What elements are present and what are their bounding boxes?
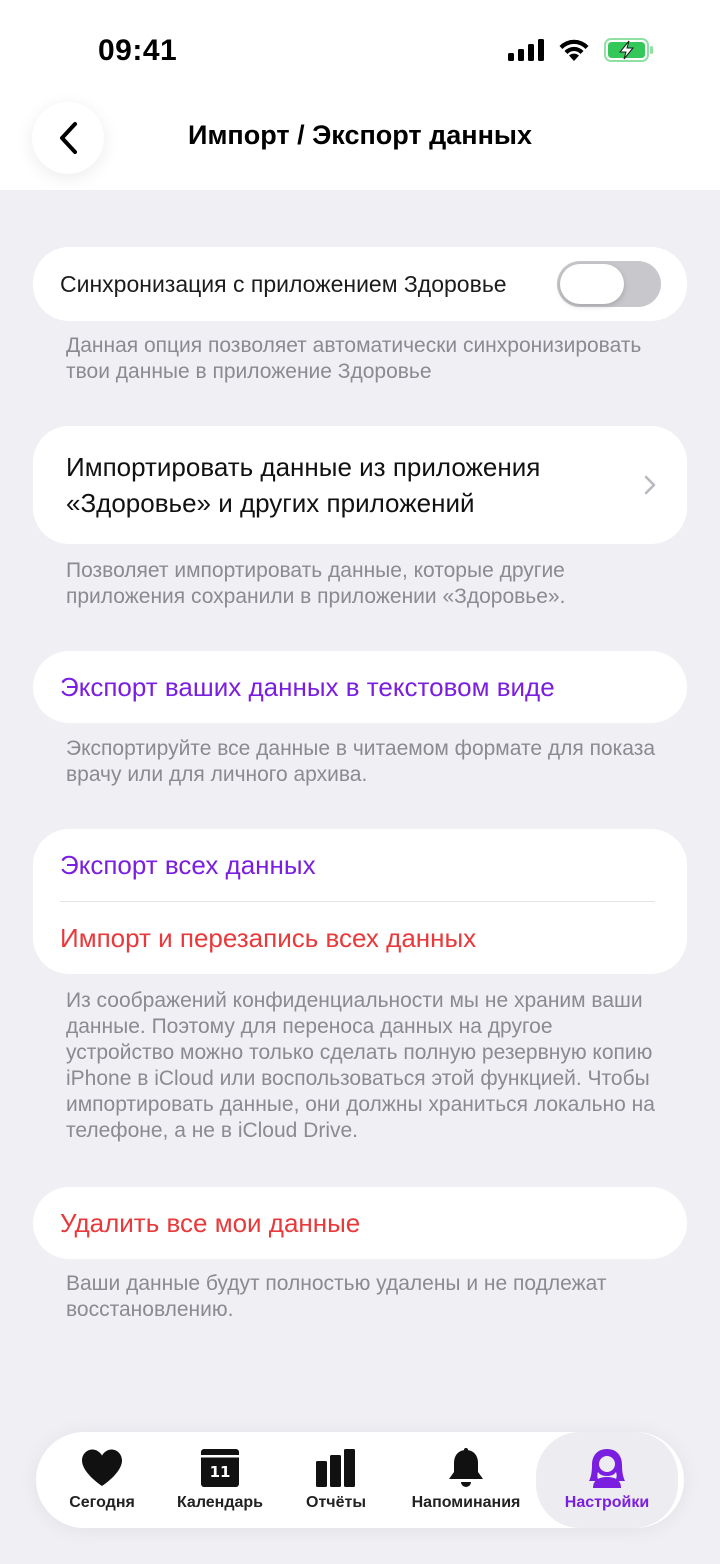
- import-health-row[interactable]: Импортировать данные из приложения «Здор…: [33, 426, 687, 544]
- tab-reports[interactable]: Отчёты: [286, 1432, 386, 1528]
- import-health-note: Позволяет импортировать данные, которые …: [66, 559, 566, 608]
- chevron-right-icon: [644, 475, 656, 495]
- sync-toggle[interactable]: [557, 261, 661, 307]
- page-title: Импорт / Экспорт данных: [188, 120, 532, 150]
- sync-label: Синхронизация с приложением Здоровье: [60, 270, 507, 297]
- tab-today-label: Сегодня: [69, 1494, 135, 1511]
- tab-bar: Сегодня 11 Календарь Отчёты Напоминания …: [36, 1432, 684, 1528]
- status-icons: [508, 38, 654, 62]
- toggle-knob: [560, 264, 624, 304]
- export-text-button[interactable]: Экспорт ваших данных в текстовом виде: [33, 651, 687, 723]
- tab-settings-label: Настройки: [564, 1494, 650, 1511]
- backup-card: Экспорт всех данных Импорт и перезапись …: [33, 829, 687, 974]
- tab-calendar-label: Календарь: [176, 1494, 264, 1511]
- tab-reminders[interactable]: Напоминания: [400, 1432, 532, 1528]
- tab-settings[interactable]: Настройки: [536, 1432, 678, 1528]
- sync-row: Синхронизация с приложением Здоровье: [33, 247, 687, 321]
- import-health-card[interactable]: Импортировать данные из приложения «Здор…: [33, 426, 687, 544]
- delete-note: Ваши данные будут полностью удалены и не…: [66, 1272, 607, 1321]
- calendar-icon: 11: [201, 1448, 239, 1488]
- cellular-signal-icon: [508, 39, 544, 61]
- sync-note: Данная опция позволяет автоматически син…: [66, 334, 642, 383]
- screen: 09:41 Импорт / Экспорт данных Синхрониза…: [0, 0, 720, 1564]
- import-health-label: Импортировать данные из приложения «Здор…: [66, 452, 541, 518]
- tab-reminders-label: Напоминания: [411, 1494, 521, 1511]
- backup-note: Из соображений конфиденциальности мы не …: [66, 989, 655, 1142]
- battery-charging-icon: [604, 38, 653, 62]
- wifi-icon: [559, 39, 589, 61]
- export-text-note: Экспортируйте все данные в читаемом форм…: [66, 737, 656, 786]
- tab-calendar[interactable]: 11 Календарь: [166, 1432, 274, 1528]
- header: 09:41 Импорт / Экспорт данных: [0, 0, 720, 190]
- delete-card[interactable]: Удалить все мои данные: [33, 1187, 687, 1259]
- bar-chart-icon: [316, 1448, 356, 1488]
- status-time: 09:41: [98, 34, 178, 67]
- sync-card: Синхронизация с приложением Здоровье: [33, 247, 687, 321]
- tab-reports-label: Отчёты: [306, 1494, 366, 1511]
- bell-icon: [447, 1448, 485, 1488]
- export-all-button[interactable]: Экспорт всех данных: [33, 829, 687, 901]
- delete-all-button[interactable]: Удалить все мои данные: [33, 1187, 687, 1259]
- import-overwrite-button[interactable]: Импорт и перезапись всех данных: [33, 902, 687, 974]
- calendar-badge: 11: [209, 1463, 231, 1481]
- profile-icon: [587, 1448, 627, 1488]
- tab-today[interactable]: Сегодня: [40, 1432, 164, 1528]
- heart-icon: [81, 1448, 123, 1488]
- export-text-card[interactable]: Экспорт ваших данных в текстовом виде: [33, 651, 687, 723]
